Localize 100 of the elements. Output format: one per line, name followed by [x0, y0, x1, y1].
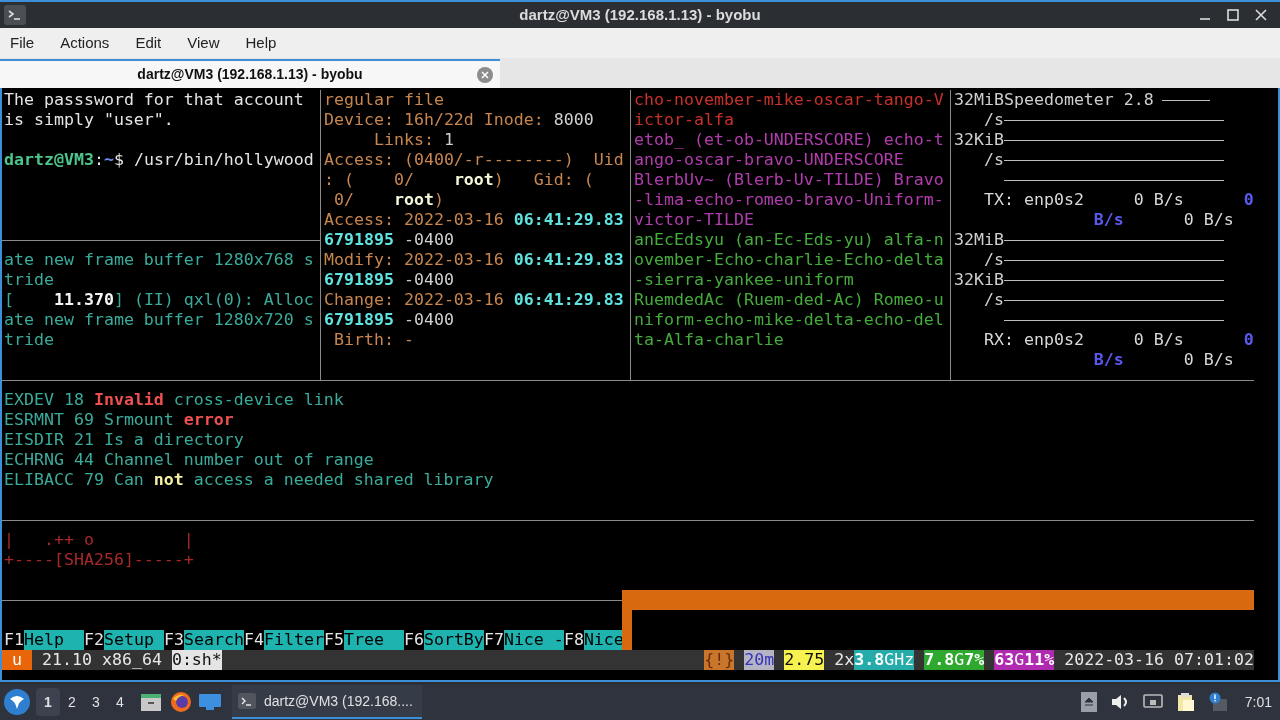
terminal-line: Birth: - — [333, 330, 415, 350]
traffic-reading: RX: enp0s2 0 B/s 0 — [982, 330, 1254, 350]
command-line: dartz@VM3:~$ /usr/bin/hollywood — [4, 150, 315, 170]
terminal-line: BlerbUv~ (Blerb-Uv-TILDE) Bravo — [634, 170, 945, 190]
window-title: dartz@VM3 (192.168.1.13) - byobu — [518, 4, 762, 25]
terminal-icon — [4, 5, 26, 25]
workspace-button[interactable]: 4 — [108, 688, 132, 716]
function-key-label[interactable]: Tree — [343, 630, 404, 650]
workspace-button[interactable]: 3 — [84, 688, 108, 716]
terminal-line: niform-echo-mike-delta-echo-del — [634, 310, 945, 330]
menu-item[interactable]: Edit — [135, 31, 162, 55]
maximize-icon[interactable] — [1226, 8, 1240, 22]
function-key: F1 — [4, 630, 24, 650]
axis-label: /s — [984, 148, 1004, 171]
graph-title: 32MiBSpeedometer 2.8 — [954, 88, 1154, 111]
notification-icon[interactable] — [1208, 692, 1227, 712]
status-indicator: 2.75 — [784, 650, 825, 670]
status-text: 21.10 x86_64 — [42, 650, 162, 670]
axis-label: /s — [984, 288, 1004, 311]
terminal-line: EISDIR 21 Is a directory — [4, 430, 245, 450]
terminal-line: anEcEdsyu (an-Ec-Eds-yu) alfa-n — [634, 230, 945, 250]
menu-item[interactable]: Help — [245, 31, 277, 55]
status-indicator: 20m — [744, 650, 775, 670]
terminal-line: ta-Alfa-charlie — [634, 330, 785, 350]
function-key: F4 — [243, 630, 264, 650]
function-key: F8 — [563, 630, 584, 650]
axis-label: 32KiB — [954, 268, 1004, 291]
status-indicator: 7.8G7% — [924, 650, 985, 670]
file-manager-icon[interactable] — [140, 692, 162, 712]
network-icon[interactable] — [1142, 694, 1163, 710]
terminal-icon — [238, 693, 256, 709]
axis-label: 32MiB — [954, 228, 1004, 251]
terminal-line: etob_ (et-ob-UNDERSCORE) echo-t — [634, 130, 945, 150]
monitor-icon[interactable] — [198, 692, 222, 712]
terminal-line: RuemdedAc (Ruem-ded-Ac) Romeo-u — [634, 290, 945, 310]
status-indicator: u — [2, 650, 32, 670]
terminal-line: Device: 16h/22d Inode: 8000 — [324, 110, 595, 130]
function-key-label[interactable]: Nice - — [503, 630, 564, 650]
terminal-line: 6791895 -0400 — [324, 310, 455, 330]
workspace-button[interactable]: 2 — [60, 688, 84, 716]
terminal-line: -lima-echo-romeo-bravo-Uniform- — [634, 190, 945, 210]
traffic-reading: B/s 0 B/s — [1092, 210, 1235, 230]
clock[interactable]: 7:01 — [1244, 691, 1272, 713]
terminal-line: : ( 0/ root) Gid: ( — [324, 170, 595, 190]
axis-label: 32KiB — [954, 128, 1004, 151]
terminal-line: [ 11.370] (II) qxl(0): Alloc — [4, 290, 315, 310]
taskbar-task-button[interactable]: dartz@VM3 (192.168.... — [232, 685, 422, 719]
workspace-button[interactable]: 1 — [36, 688, 60, 716]
terminal-line: 0/ root) — [333, 190, 445, 210]
terminal-line: ESRMNT 69 Srmount error — [4, 410, 235, 430]
terminal-line: 6791895 -0400 — [324, 270, 455, 290]
terminal-line: ictor-alfa — [634, 110, 735, 130]
browser-icon[interactable] — [170, 691, 192, 713]
volume-icon[interactable] — [1110, 694, 1129, 710]
function-key-label[interactable]: SortBy — [423, 630, 484, 650]
terminal-line: 6791895 -0400 — [324, 230, 455, 250]
terminal-line: ECHRNG 44 Channel number out of range — [4, 450, 375, 470]
traffic-reading: TX: enp0s2 0 B/s 0 — [982, 190, 1254, 210]
ascii-art-line: | .++ o | — [4, 530, 195, 550]
close-icon[interactable] — [1254, 8, 1268, 22]
menu-item[interactable]: Actions — [60, 31, 110, 55]
status-text: 2x — [834, 650, 855, 670]
clipboard-icon[interactable] — [1176, 692, 1195, 712]
status-indicator: 3.8GHz — [854, 650, 915, 670]
terminal-line: The passsword for that account — [4, 90, 305, 110]
close-tab-icon[interactable] — [477, 67, 493, 83]
function-key-label[interactable]: Nice — [583, 630, 624, 650]
terminal-line: ovember-Echo-charlie-Echo-delta — [634, 250, 945, 270]
status-indicator: 0:sh* — [171, 650, 222, 670]
status-indicator: 63G11% — [994, 650, 1055, 670]
ascii-art-line: +----[SHA256]-----+ — [4, 550, 195, 570]
terminal-line: ate new frame buffer 1280x720 s — [4, 310, 315, 330]
function-key-label[interactable]: Help — [24, 630, 84, 650]
terminal-line: EXDEV 18 Invalid cross-device link — [4, 390, 345, 410]
terminal-line: victor-TILDE — [634, 210, 755, 230]
function-key: F6 — [403, 630, 424, 650]
function-key: F7 — [483, 630, 504, 650]
status-indicator: {!} — [704, 650, 735, 670]
terminal-line: Links: 1 — [372, 130, 455, 150]
terminal-line: regular file — [324, 90, 445, 110]
tab[interactable]: dartz@VM3 (192.168.1.13) - byobu — [0, 59, 500, 88]
terminal-line: Modify: 2022-03-16 06:41:29.83 — [324, 250, 625, 270]
terminal-line: Change: 2022-03-16 06:41:29.83 — [324, 290, 625, 310]
traffic-reading: B/s 0 B/s — [1092, 350, 1235, 370]
function-key: F3 — [163, 630, 184, 650]
menu-item[interactable]: File — [10, 31, 35, 55]
terminal-line: is simply "user". — [4, 110, 175, 130]
axis-label: /s — [984, 108, 1004, 131]
terminal-line: tride — [4, 270, 55, 290]
terminal-line: Access: (0400/-r--------) Uid — [324, 150, 625, 170]
terminal-line: tride — [4, 330, 55, 350]
function-key-label[interactable]: Setup — [103, 630, 164, 650]
function-key-label[interactable]: Search — [183, 630, 244, 650]
menu-item[interactable]: View — [187, 31, 220, 55]
terminal-line: ELIBACC 79 Can not access a needed shared library — [4, 470, 495, 490]
terminal-line: ango-oscar-bravo-UNDERSCORE — [634, 150, 905, 170]
terminal-line: cho-november-mike-oscar-tango-V — [634, 90, 945, 110]
start-menu-icon[interactable] — [4, 689, 30, 715]
terminal-line: ate new frame buffer 1280x768 s — [4, 250, 315, 270]
terminal-line: -sierra-yankee-uniform — [634, 270, 855, 290]
